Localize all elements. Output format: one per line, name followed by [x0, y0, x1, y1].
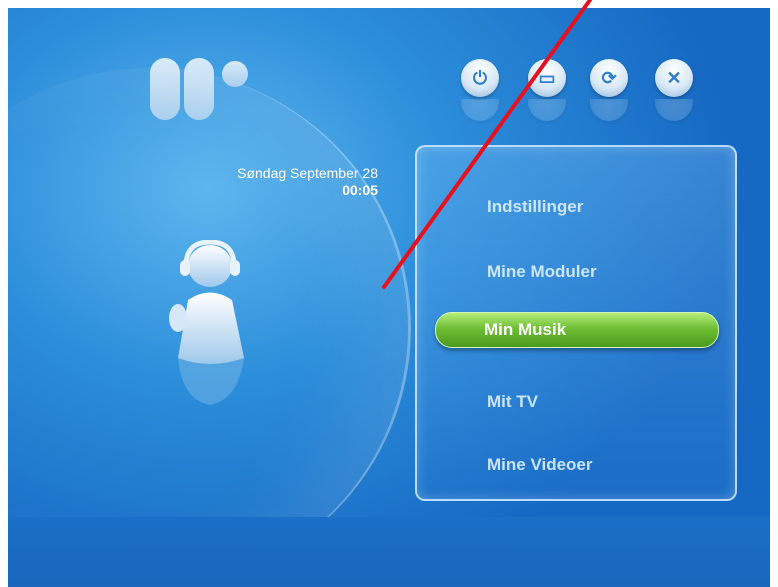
- annotation-line: [382, 0, 592, 289]
